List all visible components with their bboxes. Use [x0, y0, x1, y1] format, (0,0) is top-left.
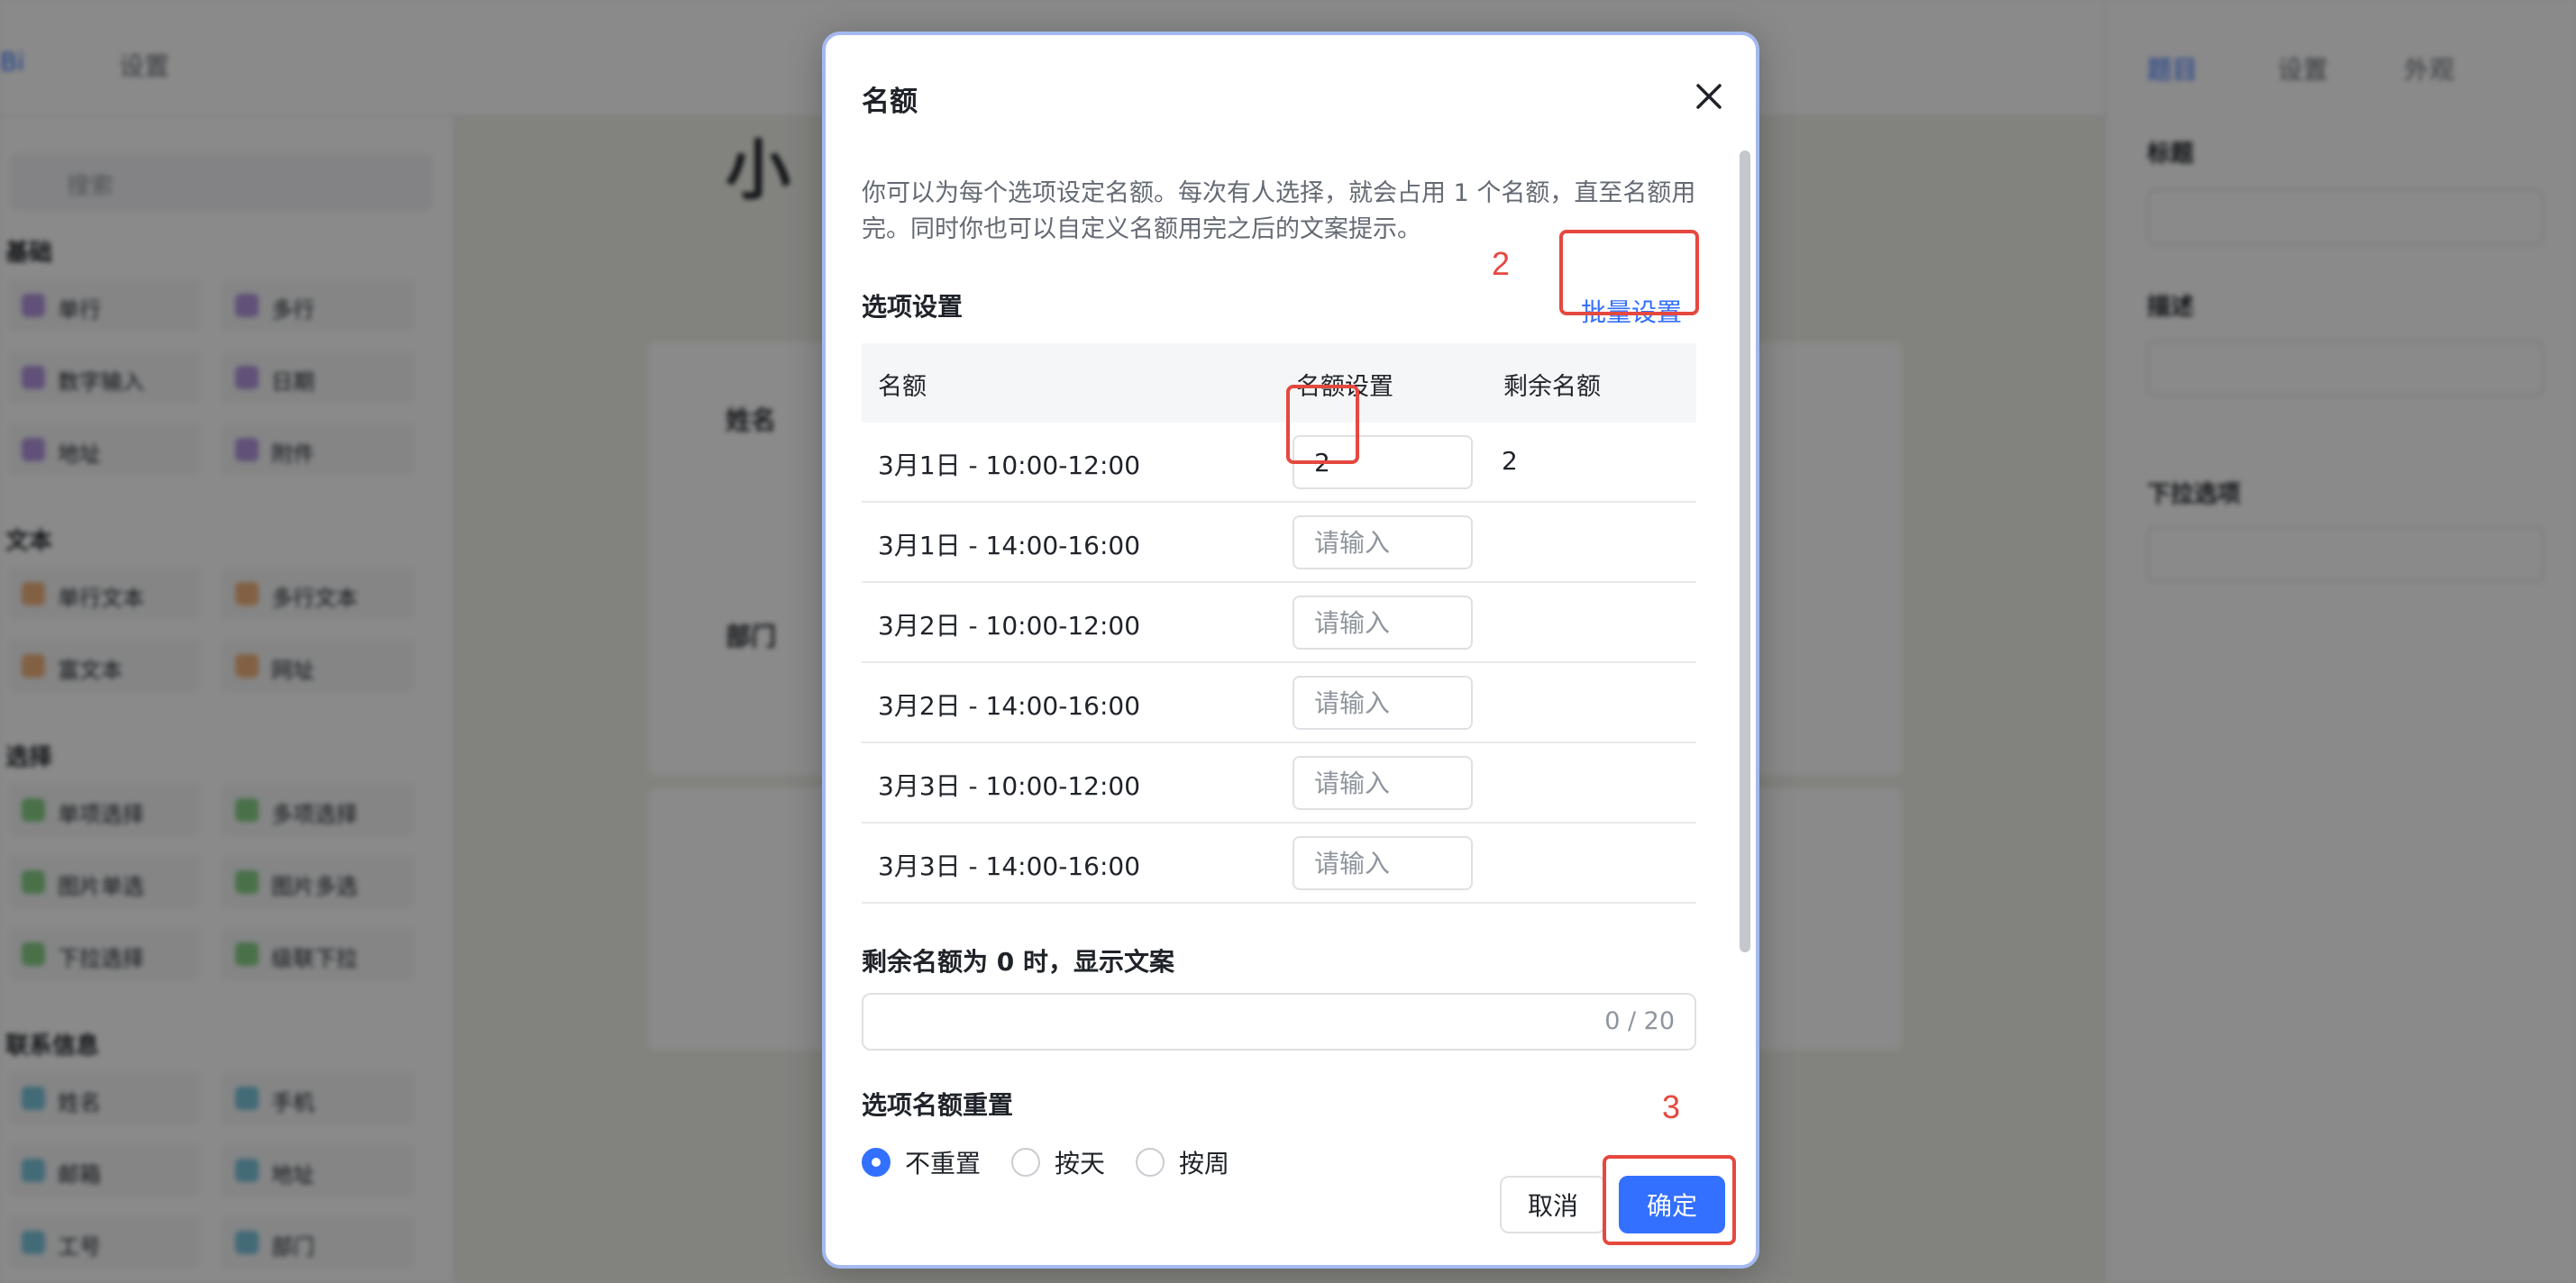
- option-name: 3月2日 - 10:00-12:00: [878, 611, 1141, 641]
- radio-label: 按周: [1179, 1149, 1230, 1178]
- radio-daily[interactable]: 按天: [1011, 1144, 1105, 1179]
- quota-table: 名额 名额设置 剩余名额 3月1日 - 10:00-12:00 2 3月1日 -…: [862, 343, 1696, 904]
- radio-no-reset[interactable]: 不重置: [862, 1144, 981, 1179]
- remaining-count: 2: [1502, 446, 1518, 476]
- radio-dot: [862, 1148, 891, 1177]
- radio-weekly[interactable]: 按周: [1136, 1144, 1229, 1179]
- quota-input[interactable]: [1293, 676, 1473, 730]
- column-header-name: 名额: [878, 373, 927, 401]
- table-row: 3月2日 - 10:00-12:00: [862, 583, 1696, 663]
- radio-dot: [1136, 1148, 1165, 1177]
- annotation-box-quota: [1286, 385, 1359, 464]
- quota-input[interactable]: [1293, 515, 1473, 569]
- zero-text-input[interactable]: [863, 995, 1567, 1049]
- option-name: 3月1日 - 10:00-12:00: [878, 450, 1141, 480]
- zero-text-field[interactable]: 0 / 20: [862, 993, 1696, 1051]
- column-header-remaining: 剩余名额: [1503, 373, 1601, 401]
- radio-label: 按天: [1055, 1149, 1106, 1178]
- table-row: 3月1日 - 14:00-16:00: [862, 503, 1696, 583]
- zero-text-label: 剩余名额为 0 时，显示文案: [862, 947, 1174, 977]
- quota-input[interactable]: [1293, 596, 1473, 650]
- dialog-scrollbar[interactable]: [1740, 150, 1750, 952]
- reset-section-title: 选项名额重置: [862, 1090, 1014, 1120]
- quota-dialog: 名额 你可以为每个选项设定名额。每次有人选择，就会占用 1 个名额，直至名额用完…: [822, 32, 1759, 1269]
- annotation-number-3: 3: [1662, 1088, 1681, 1125]
- quota-input[interactable]: [1293, 836, 1473, 890]
- cancel-button[interactable]: 取消: [1500, 1176, 1606, 1233]
- annotation-box-batch: [1559, 230, 1699, 315]
- radio-dot: [1011, 1148, 1041, 1177]
- dialog-title: 名额: [862, 86, 918, 118]
- table-row: 3月2日 - 14:00-16:00: [862, 663, 1696, 743]
- character-counter: 0 / 20: [1604, 1007, 1675, 1035]
- options-section-title: 选项设置: [862, 292, 964, 322]
- table-row: 3月3日 - 14:00-16:00: [862, 823, 1696, 904]
- quota-input[interactable]: [1293, 756, 1473, 810]
- radio-label: 不重置: [905, 1149, 982, 1178]
- close-button[interactable]: [1689, 77, 1729, 116]
- option-name: 3月3日 - 14:00-16:00: [878, 851, 1141, 881]
- table-header: 名额 名额设置 剩余名额: [862, 343, 1696, 423]
- annotation-box-confirm: [1603, 1155, 1736, 1245]
- reset-radio-group: 不重置 按天 按周: [862, 1144, 1260, 1179]
- option-name: 3月1日 - 14:00-16:00: [878, 531, 1141, 560]
- table-row: 3月1日 - 10:00-12:00 2: [862, 423, 1696, 503]
- annotation-number-2: 2: [1492, 245, 1511, 282]
- close-icon: [1696, 84, 1722, 109]
- option-name: 3月3日 - 10:00-12:00: [878, 771, 1141, 801]
- option-name: 3月2日 - 14:00-16:00: [878, 691, 1141, 721]
- table-row: 3月3日 - 10:00-12:00: [862, 743, 1696, 823]
